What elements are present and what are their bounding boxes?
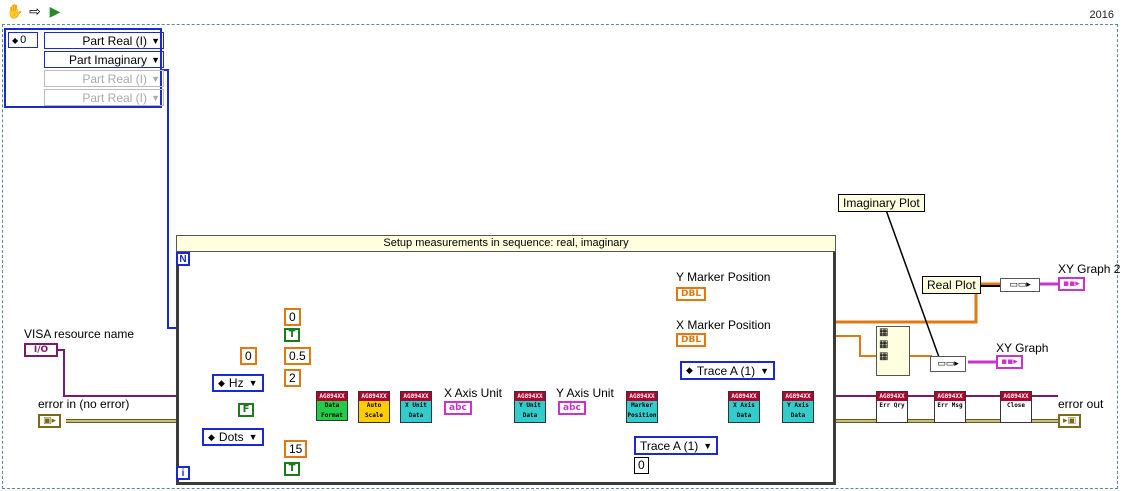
dots-enum[interactable]: ◆ Dots ▼ [202, 428, 264, 446]
numeric-constant[interactable]: 0.5 [284, 347, 311, 365]
y-marker-position-label: Y Marker Position [676, 270, 771, 284]
numeric-constant[interactable]: 0 [240, 347, 257, 365]
vi-body: X Axis Data [729, 401, 759, 422]
bundle-node[interactable]: ▦ ▦ ▦ [876, 326, 910, 376]
vi-body: Y Unit Data [515, 401, 545, 422]
vi-body: Auto Scale [359, 401, 389, 422]
build-array-node-2[interactable]: ▭▭▸ [930, 356, 966, 372]
vi-header: AG894XX [359, 392, 389, 401]
false-constant[interactable]: F [238, 403, 254, 417]
y-axis-vi[interactable]: AG894XX Y Axis Data [782, 391, 814, 423]
array-item-1[interactable]: Part Real (I) ▼ [44, 32, 164, 49]
xy-graph-2-terminal[interactable]: ▪▪▸ [1058, 277, 1085, 291]
x-unit-vi[interactable]: AG894XX X Unit Data [400, 391, 432, 423]
loop-index-terminal: i [176, 466, 190, 480]
visa-resource-label: VISA resource name [24, 327, 135, 341]
error-message-vi[interactable]: AG894XX Err Msg [934, 391, 966, 423]
error-out-label: error out [1058, 397, 1104, 411]
x-marker-position-label: X Marker Position [676, 318, 771, 332]
xy-graph-terminal[interactable]: ▪▪▸ [996, 355, 1023, 369]
trace-enum-top[interactable]: ◆ Trace A (1) ▼ [680, 361, 776, 380]
marker-position-vi[interactable]: AG894XXMarker Position Data [626, 391, 658, 423]
dropdown-arrow-icon: ▼ [151, 92, 160, 103]
increment-icon: ◆ [686, 365, 693, 375]
numeric-constant[interactable]: 2 [284, 369, 301, 387]
numeric-constant[interactable]: 0 [634, 457, 649, 474]
vi-header: AG894XX [401, 392, 431, 401]
error-out-terminal[interactable]: ▸▣ [1058, 414, 1082, 428]
vi-header: AG894XX [729, 392, 759, 401]
vi-header: AG894XX [1001, 392, 1031, 401]
vi-header: AG894XX [317, 392, 347, 401]
trace-value: Trace A (1) [696, 363, 756, 378]
array-index-value: 0 [20, 34, 27, 46]
array-item-label: Part Real (I) [82, 71, 147, 86]
vi-header: AG894XX [627, 392, 657, 401]
numeric-constant[interactable]: 15 [284, 440, 308, 458]
x-axis-unit-label: X Axis Unit [444, 386, 503, 400]
hz-enum[interactable]: ◆ Hz ▼ [212, 374, 264, 392]
vi-body: Err Msg [935, 401, 965, 422]
vi-header: AG894XX [877, 392, 907, 401]
x-marker-position-indicator[interactable]: DBL [676, 333, 707, 347]
increment-icon: ◆ [208, 431, 215, 442]
vi-body: Y Axis Data [783, 401, 813, 422]
dropdown-arrow-icon: ▼ [151, 73, 160, 84]
trace-value: Trace A (1) [640, 438, 699, 453]
sequence-title: Setup measurements in sequence: real, im… [176, 235, 836, 252]
data-format-vi[interactable]: AG894XX Data Format [316, 391, 348, 421]
auto-scale-vi[interactable]: AG894XX Auto Scale [358, 391, 390, 423]
y-marker-position-indicator[interactable]: DBL [676, 287, 707, 301]
imaginary-plot-label: Imaginary Plot [838, 194, 925, 212]
array-index[interactable]: ◆ 0 [8, 32, 38, 48]
visa-terminal[interactable]: I/O [24, 343, 58, 357]
vi-body: X Unit Data [401, 401, 431, 422]
error-query-vi[interactable]: AG894XX Err Qry [876, 391, 908, 423]
dropdown-arrow-icon: ▼ [151, 54, 160, 65]
array-item-label: Part Imaginary [68, 52, 147, 67]
vi-body: Marker Position Data [627, 401, 657, 422]
dropdown-arrow-icon: ▼ [248, 378, 258, 388]
loop-count-terminal: N [176, 252, 190, 266]
true-constant[interactable]: T [284, 462, 300, 476]
vi-body: Err Qry [877, 401, 907, 422]
vi-body: Data Format [317, 401, 347, 420]
array-control[interactable]: ◆ 0 Part Real (I) ▼ Part Imaginary ▼ Part R… [4, 28, 164, 108]
dropdown-arrow-icon: ▼ [248, 432, 258, 442]
hz-value: Hz [228, 376, 244, 390]
vi-header: AG894XX [783, 392, 813, 401]
x-axis-vi[interactable]: AG894XX X Axis Data [728, 391, 760, 423]
x-axis-unit-indicator[interactable]: abc [444, 401, 472, 415]
dots-value: Dots [218, 430, 244, 444]
array-item-label: Part Real (I) [82, 90, 147, 105]
increment-icon: ◆ [218, 377, 225, 388]
dropdown-arrow-icon: ▼ [760, 365, 770, 376]
close-vi[interactable]: AG894XX Close [1000, 391, 1032, 423]
trace-enum-bottom[interactable]: Trace A (1) ▼ [634, 436, 719, 455]
xy-graph-2-label: XY Graph 2 [1058, 262, 1121, 276]
numeric-constant[interactable]: 0 [284, 308, 301, 326]
true-constant[interactable]: T [284, 328, 300, 342]
array-item-2[interactable]: Part Imaginary ▼ [44, 51, 164, 68]
real-plot-label: Real Plot [922, 276, 981, 294]
vi-header: AG894XX [935, 392, 965, 401]
dropdown-arrow-icon: ▼ [703, 440, 713, 451]
array-item-3[interactable]: Part Real (I) ▼ [44, 70, 164, 87]
dropdown-arrow-icon: ▼ [151, 35, 160, 46]
error-in-label: error in (no error) [38, 397, 130, 411]
build-array-node[interactable]: ▭▭▸ [1000, 278, 1040, 292]
y-axis-unit-label: Y Axis Unit [556, 386, 614, 400]
y-axis-unit-indicator[interactable]: abc [558, 401, 586, 415]
array-item-4[interactable]: Part Real (I) ▼ [44, 89, 164, 106]
vi-body: Close [1001, 401, 1031, 422]
y-unit-vi[interactable]: AG894XX Y Unit Data [514, 391, 546, 423]
array-item-label: Part Real (I) [82, 33, 147, 48]
xy-graph-label: XY Graph [996, 341, 1049, 355]
vi-header: AG894XX [515, 392, 545, 401]
error-in-terminal[interactable]: ▣▸ [38, 414, 62, 428]
